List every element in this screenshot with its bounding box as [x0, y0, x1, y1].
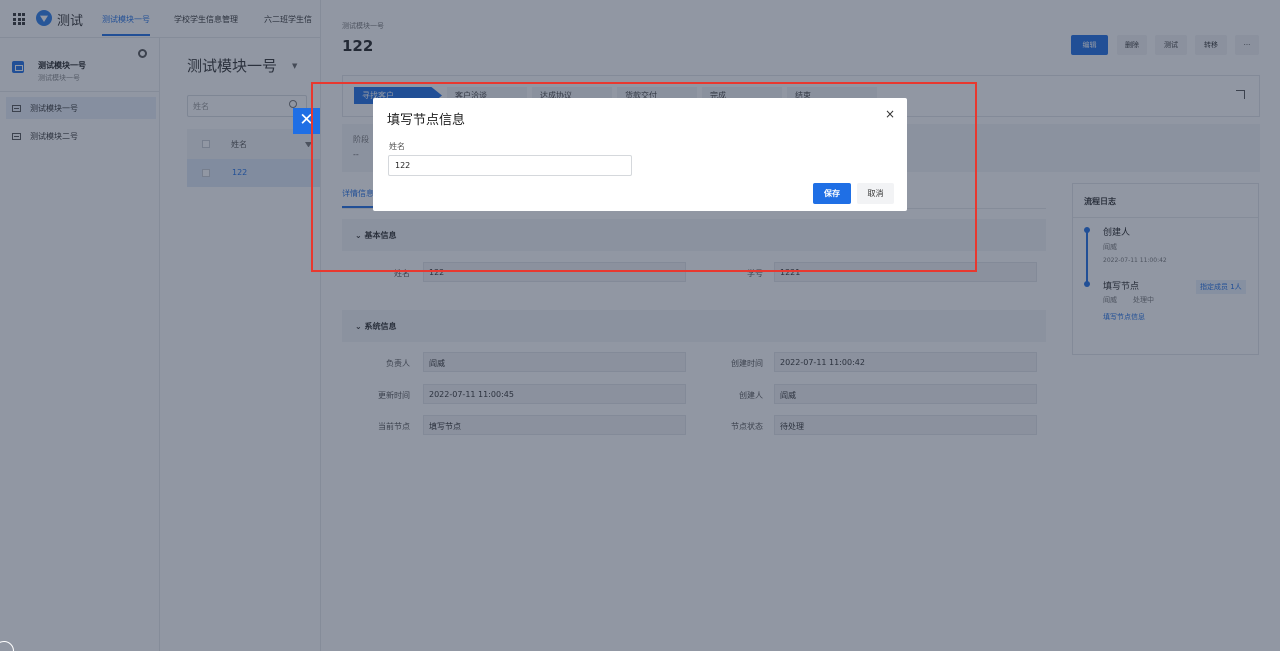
dialog-title: 填写节点信息 [387, 113, 466, 128]
name-field[interactable] [388, 155, 632, 176]
close-icon[interactable]: × [885, 107, 895, 121]
name-field-label: 姓名 [389, 142, 405, 151]
fill-node-info-dialog: 填写节点信息 × 姓名 保存 取消 [373, 98, 907, 211]
cancel-button[interactable]: 取消 [857, 183, 894, 204]
save-button[interactable]: 保存 [813, 183, 851, 204]
